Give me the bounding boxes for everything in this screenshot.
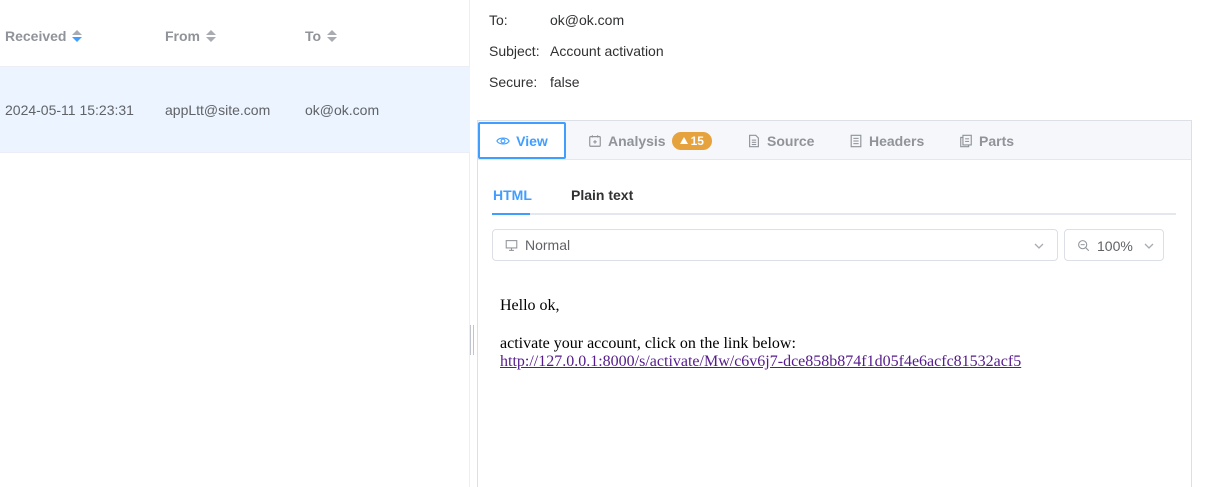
monitor-icon xyxy=(505,240,518,251)
tab-source-label: Source xyxy=(767,132,815,149)
to-label: To: xyxy=(489,12,508,28)
copy-icon xyxy=(960,134,972,147)
sort-icon[interactable] xyxy=(327,30,338,42)
tab-parts[interactable]: Parts xyxy=(959,121,1014,160)
message-list: Received From To 2024-05-11 15:23:31 app… xyxy=(0,0,470,487)
email-body: Hello ok, activate your account, click o… xyxy=(500,297,1180,371)
body-greeting: Hello ok, xyxy=(500,297,560,314)
cell-to: ok@ok.com xyxy=(305,102,380,118)
column-to[interactable]: To xyxy=(305,28,338,44)
cell-received: 2024-05-11 15:23:31 xyxy=(5,102,134,118)
tab-view-label: View xyxy=(516,132,548,149)
tab-html[interactable]: HTML xyxy=(493,187,532,203)
column-received[interactable]: Received xyxy=(5,28,83,44)
cell-from: appLtt@site.com xyxy=(165,102,271,118)
analysis-badge: 15 xyxy=(671,131,712,150)
body-text: activate your account, click on the link… xyxy=(500,335,796,352)
analysis-badge-count: 15 xyxy=(690,133,704,148)
tab-plain-text[interactable]: Plain text xyxy=(571,187,633,203)
tab-parts-label: Parts xyxy=(979,132,1015,149)
secure-value: false xyxy=(550,74,580,90)
tab-view[interactable]: View xyxy=(478,122,566,159)
to-value: ok@ok.com xyxy=(550,12,625,28)
chevron-down-icon xyxy=(1034,243,1044,249)
device-select-value: Normal xyxy=(525,237,571,253)
body-format-tabs: HTML Plain text xyxy=(492,187,1176,215)
sort-icon[interactable] xyxy=(72,30,83,42)
column-received-label: Received xyxy=(5,28,67,44)
secure-label: Secure: xyxy=(489,74,538,90)
active-tab-indicator xyxy=(492,213,530,215)
tab-source[interactable]: Source xyxy=(747,121,814,160)
tab-analysis[interactable]: Analysis 15 xyxy=(588,121,712,160)
sort-icon[interactable] xyxy=(206,30,216,42)
list-icon xyxy=(850,134,862,147)
zoom-select[interactable]: 100% xyxy=(1064,229,1164,261)
activation-link[interactable]: http://127.0.0.1:8000/s/activate/Mw/c6v6… xyxy=(500,353,1021,370)
analysis-icon xyxy=(589,134,601,147)
table-row[interactable]: 2024-05-11 15:23:31 appLtt@site.com ok@o… xyxy=(0,67,470,153)
eye-icon xyxy=(496,136,510,145)
zoom-value: 100% xyxy=(1097,238,1133,254)
column-from[interactable]: From xyxy=(165,28,216,44)
tab-headers-label: Headers xyxy=(869,132,925,149)
subject-label: Subject: xyxy=(489,43,540,59)
list-header: Received From To xyxy=(0,0,470,67)
message-viewer: View Analysis 15 Source Headers Parts HT… xyxy=(477,120,1192,487)
tab-headers[interactable]: Headers xyxy=(849,121,924,160)
tab-bar: View Analysis 15 Source Headers Parts xyxy=(478,121,1191,160)
tab-analysis-label: Analysis xyxy=(608,132,666,149)
zoom-icon xyxy=(1078,240,1090,252)
device-select[interactable]: Normal xyxy=(492,229,1058,261)
chevron-down-icon xyxy=(1144,243,1154,249)
subject-value: Account activation xyxy=(550,43,664,59)
pane-splitter[interactable] xyxy=(470,325,474,355)
column-from-label: From xyxy=(165,28,200,44)
warning-icon xyxy=(679,137,688,144)
column-to-label: To xyxy=(305,28,322,44)
document-icon xyxy=(749,134,759,147)
